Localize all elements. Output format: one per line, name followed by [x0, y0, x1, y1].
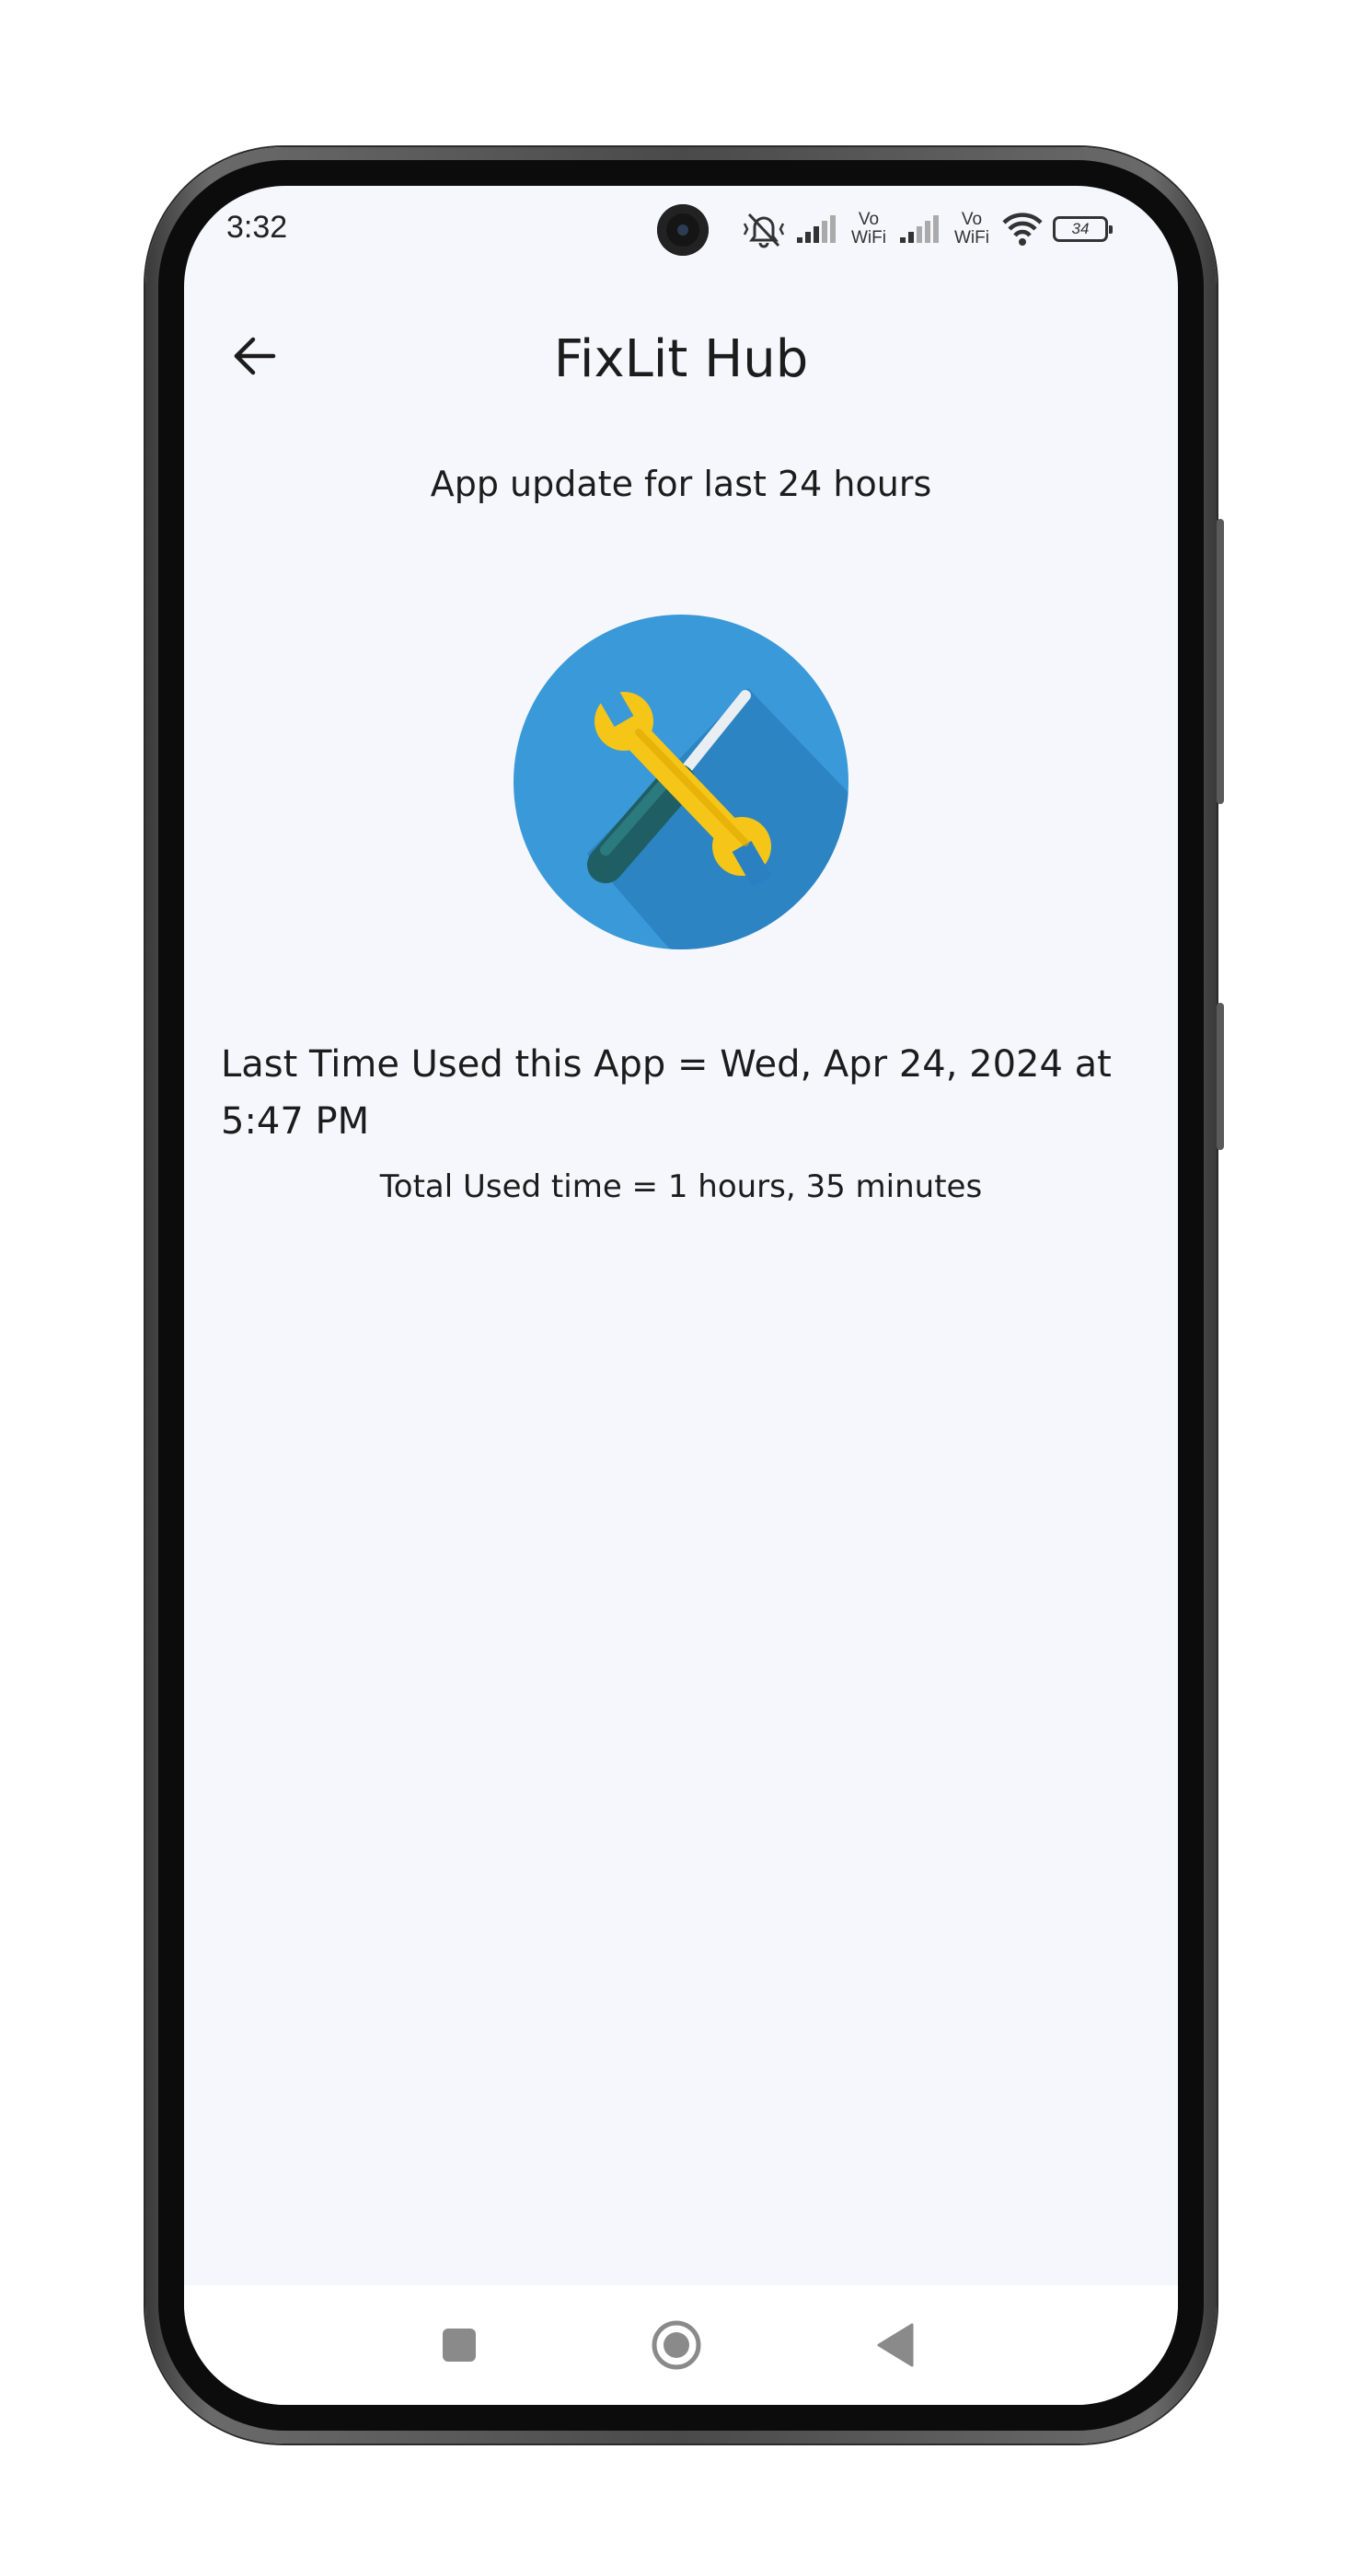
front-camera — [657, 204, 709, 256]
last-used-text: Last Time Used this App = Wed, Apr 24, 2… — [221, 1043, 1112, 1143]
volume-button — [1217, 519, 1224, 804]
tools-wrench-screwdriver-icon — [514, 615, 848, 949]
status-bar: 3:32 Vo WiFi Vo WiFi 34 — [184, 186, 1178, 296]
wifi-icon — [1002, 213, 1043, 246]
power-button — [1217, 1003, 1224, 1150]
home-button[interactable] — [644, 2313, 709, 2377]
status-icons: Vo WiFi Vo WiFi 34 — [742, 206, 1113, 252]
back-triangle-icon — [877, 2323, 914, 2367]
page-title: FixLit Hub — [553, 329, 809, 389]
battery-level: 34 — [1071, 220, 1090, 237]
screen: 3:32 Vo WiFi Vo WiFi 34 FixLit Hub App u… — [184, 186, 1178, 2405]
app-bar: FixLit Hub — [184, 296, 1178, 416]
vowifi-label: Vo WiFi — [851, 210, 886, 247]
status-time: 3:32 — [226, 210, 288, 245]
nav-back-button[interactable] — [863, 2313, 928, 2377]
battery-icon: 34 — [1053, 216, 1113, 242]
recents-square-icon — [443, 2329, 476, 2362]
mute-vibrate-icon — [743, 213, 785, 248]
home-circle-icon — [652, 2320, 701, 2370]
vowifi-label: Vo WiFi — [954, 210, 989, 247]
subtitle: App update for last 24 hours — [430, 464, 932, 504]
signal-icon — [900, 215, 939, 243]
signal-icon — [797, 215, 836, 243]
total-used-text: Total Used time = 1 hours, 35 minutes — [379, 1168, 983, 1205]
phone-frame: 3:32 Vo WiFi Vo WiFi 34 FixLit Hub App u… — [145, 147, 1224, 2444]
recents-button[interactable] — [427, 2313, 491, 2377]
navigation-bar — [184, 2285, 1178, 2405]
